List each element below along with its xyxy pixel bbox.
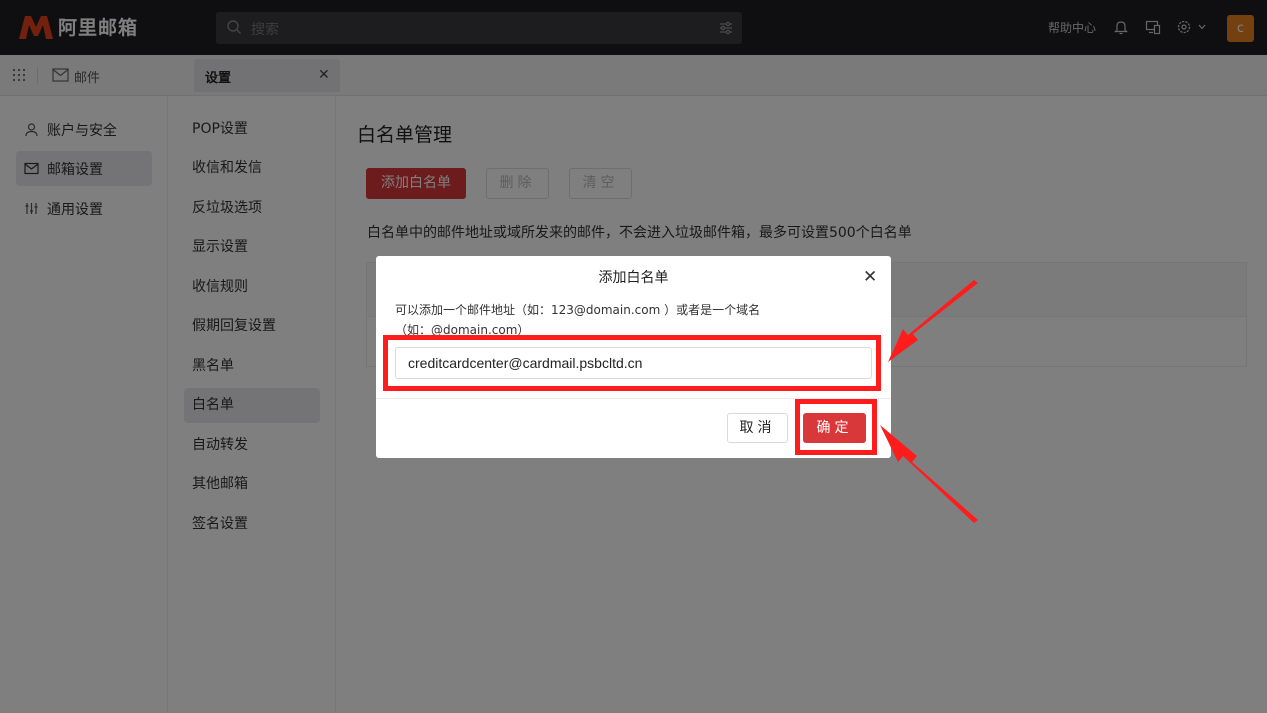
close-icon[interactable]: ✕ xyxy=(863,267,877,287)
dialog-title: 添加白名单 xyxy=(598,270,669,286)
input-highlight-box xyxy=(383,335,881,391)
dialog-description: 可以添加一个邮件地址（如：123@domain.com ）或者是一个域名（如：@… xyxy=(395,303,761,337)
cancel-button[interactable]: 取消 xyxy=(727,413,788,443)
confirm-highlight-box xyxy=(795,399,877,455)
